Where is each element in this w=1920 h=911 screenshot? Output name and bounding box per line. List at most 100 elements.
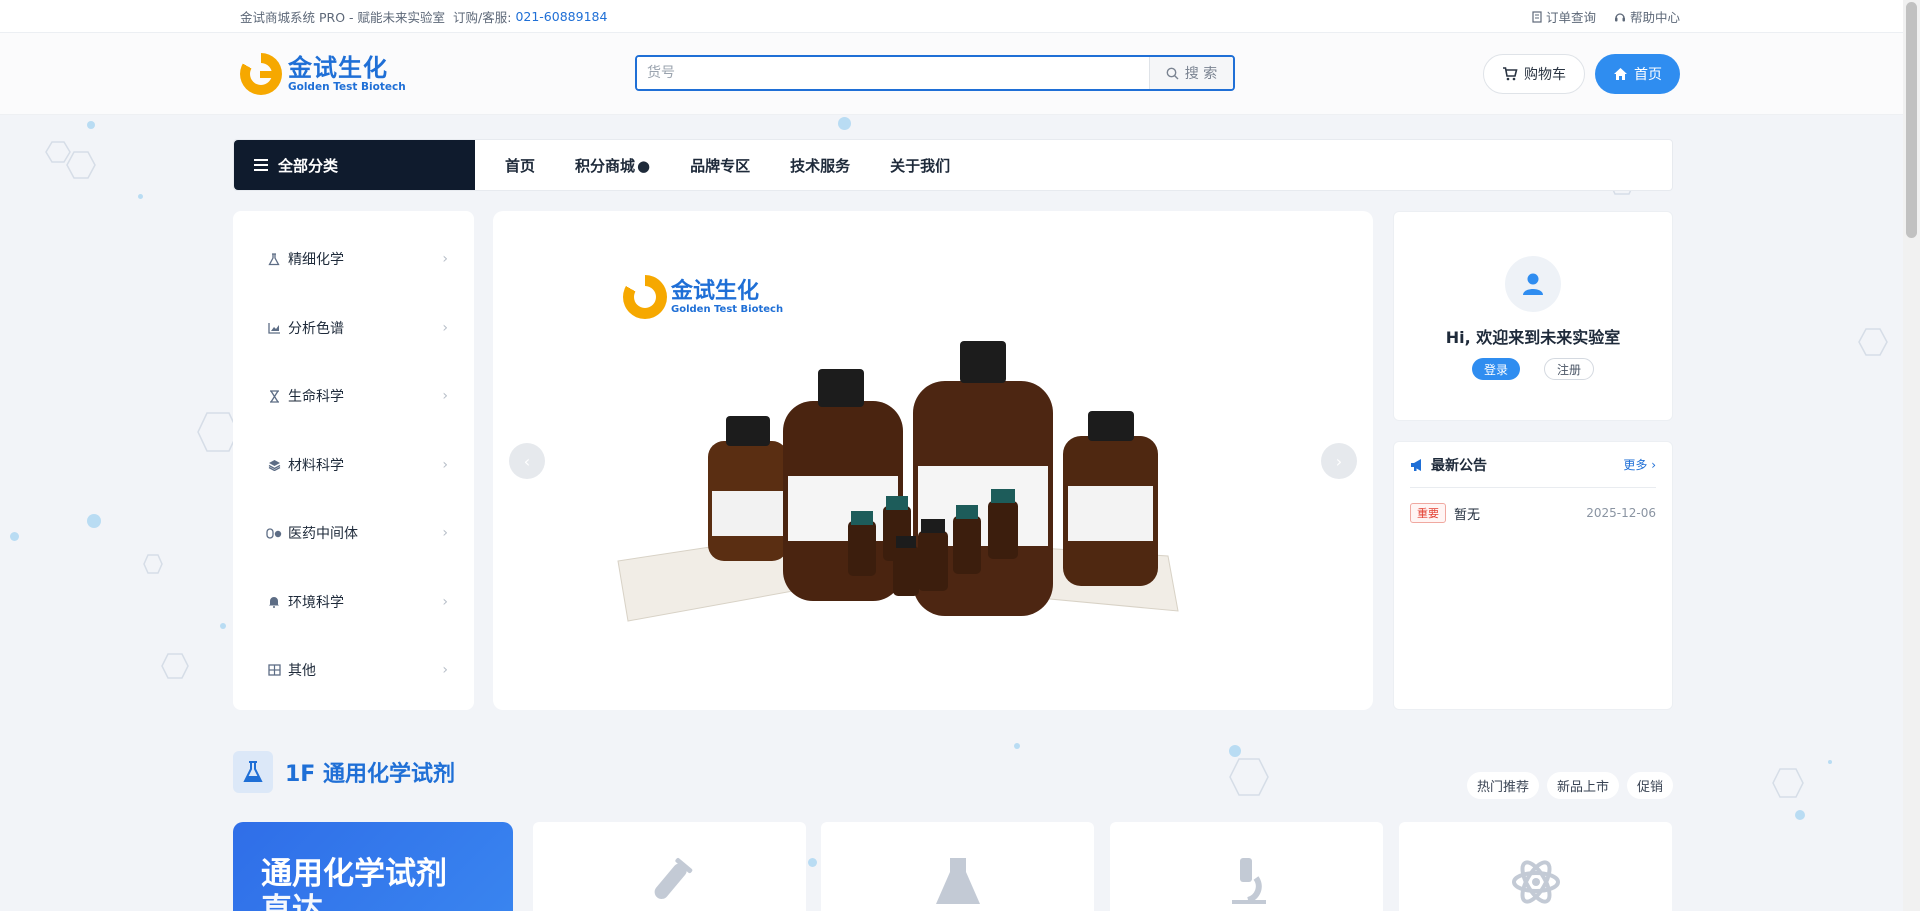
notice-more-link[interactable]: 更多 › [1623,456,1656,473]
search-box: 搜 索 [635,55,1235,91]
product-card[interactable] [1399,822,1672,911]
hourglass-icon [265,390,283,403]
scrollbar-thumb[interactable] [1906,2,1917,238]
fire-icon: ● [637,156,651,175]
reagent-bottles-image [617,341,1179,622]
headset-icon [1614,12,1625,21]
main-nav: 全部分类 首页 积分商城 ● 品牌专区 技术服务 关于我们 [233,139,1673,191]
page-scrollbar[interactable] [1903,0,1920,911]
site-logo[interactable]: 金试生化 Golden Test Biotech [240,53,406,95]
test-tube-icon [654,858,692,899]
notice-panel: 最新公告 更多 › 重要 暂无 2025-12-06 [1393,441,1673,710]
category-item-life-science[interactable]: 生命科学 › [233,362,474,431]
banner-prev-button[interactable]: ‹ [509,443,545,479]
tab-new[interactable]: 新品上市 [1546,772,1619,799]
search-icon [1166,67,1179,79]
tab-hot[interactable]: 热门推荐 [1466,772,1539,799]
category-item-fine-chemicals[interactable]: 精细化学 › [233,225,474,294]
promo-title: 通用化学试剂 [261,856,447,892]
service-phone[interactable]: 021-60889184 [515,9,607,24]
menu-icon [254,159,268,171]
nav-link-points-mall-label: 积分商城 [575,156,636,175]
category-item-environment[interactable]: 环境科学 › [233,568,474,637]
category-label: 环境科学 [288,594,344,611]
search-button-label: 搜 索 [1184,66,1218,82]
product-card[interactable] [533,822,806,911]
chevron-right-icon: › [442,456,448,473]
cart-button-label: 购物车 [1524,67,1566,83]
avatar [1505,256,1561,312]
hero-banner[interactable]: 金试生化 Golden Test Biotech ‹ › [493,211,1373,710]
chevron-right-icon: › [442,251,448,268]
grid-icon [265,664,283,676]
search-input[interactable] [637,57,1149,89]
user-card: Hi, 欢迎来到未来实验室 登录 注册 [1393,211,1673,421]
product-card[interactable] [821,822,1094,911]
category-label: 精细化学 [288,252,344,269]
nav-link-points-mall[interactable]: 积分商城 ● [575,155,650,176]
banner-next-button[interactable]: › [1321,443,1357,479]
chevron-right-icon: › [1647,458,1656,472]
category-item-materials[interactable]: 材料科学 › [233,431,474,500]
product-card[interactable] [1110,822,1383,911]
top-bar: 金试商城系统 PRO - 赋能未来实验室 订购/客服: 021-60889184… [0,0,1920,33]
category-label: 生命科学 [288,389,344,406]
category-item-pharma-intermediates[interactable]: 医药中间体 › [233,499,474,568]
flask-icon [233,751,273,793]
nav-link-home[interactable]: 首页 [505,155,535,176]
nav-link-about[interactable]: 关于我们 [890,155,950,176]
flask-icon [265,253,283,266]
logo-text-en: Golden Test Biotech [288,81,406,93]
document-icon [1532,10,1542,23]
tab-promo[interactable]: 促销 [1626,772,1673,799]
notice-item[interactable]: 重要 暂无 2025-12-06 [1410,488,1656,538]
floor-heading: 1F 通用化学试剂 [233,751,455,793]
notice-date: 2025-12-06 [1586,506,1656,520]
atom-icon [1511,860,1560,904]
category-label: 材料科学 [288,457,344,474]
category-label: 其他 [288,663,316,680]
chevron-right-icon: › [442,593,448,610]
category-item-chromatography[interactable]: 分析色谱 › [233,294,474,363]
help-center-link[interactable]: 帮助中心 [1614,7,1680,26]
cart-icon [1503,67,1518,81]
home-button[interactable]: 首页 [1595,54,1680,94]
logo-text-cn: 金试生化 [288,54,388,82]
all-categories-button[interactable]: 全部分类 [234,140,475,190]
search-button[interactable]: 搜 索 [1149,57,1233,89]
home-button-label: 首页 [1634,67,1662,83]
logo-mark-icon [240,53,282,95]
category-sidebar: 精细化学 › 分析色谱 › 生命科学 › 材料科学 › 医药中间体 › 环境科学… [233,211,474,710]
nav-link-tech-service[interactable]: 技术服务 [790,155,850,176]
login-button[interactable]: 登录 [1471,358,1520,380]
chevron-right-icon: › [442,319,448,336]
notice-more-label: 更多 [1623,458,1648,472]
header: 金试生化 Golden Test Biotech 搜 索 购物车 首页 [0,33,1920,115]
help-center-label: 帮助中心 [1629,10,1680,25]
layers-icon [265,459,283,471]
chart-icon [265,322,283,334]
pills-icon [265,527,283,539]
cart-button[interactable]: 购物车 [1483,54,1585,94]
user-icon [1523,273,1543,295]
nav-link-brands[interactable]: 品牌专区 [690,155,750,176]
chevron-right-icon: › [442,662,448,679]
register-button[interactable]: 注册 [1544,358,1595,380]
chevron-left-icon: ‹ [523,451,531,471]
notice-tag: 重要 [1410,503,1446,523]
order-query-label: 订单查询 [1545,10,1596,25]
category-item-other[interactable]: 其他 › [233,636,474,705]
home-icon [1614,68,1627,80]
promo-subtitle: 直达 [261,892,323,911]
notice-title: 最新公告 [1431,457,1487,474]
microscope-icon [1231,858,1266,904]
welcome-greeting: Hi, 欢迎来到未来实验室 [1445,328,1621,347]
category-label: 分析色谱 [288,320,344,337]
chevron-right-icon: › [442,388,448,405]
floor-promo-card[interactable]: 通用化学试剂 直达 [233,822,513,911]
floor-title: 1F 通用化学试剂 [285,762,455,787]
notice-text: 暂无 [1454,507,1481,523]
bell-icon [265,595,283,609]
chevron-right-icon: › [442,525,448,542]
order-query-link[interactable]: 订单查询 [1532,7,1596,26]
